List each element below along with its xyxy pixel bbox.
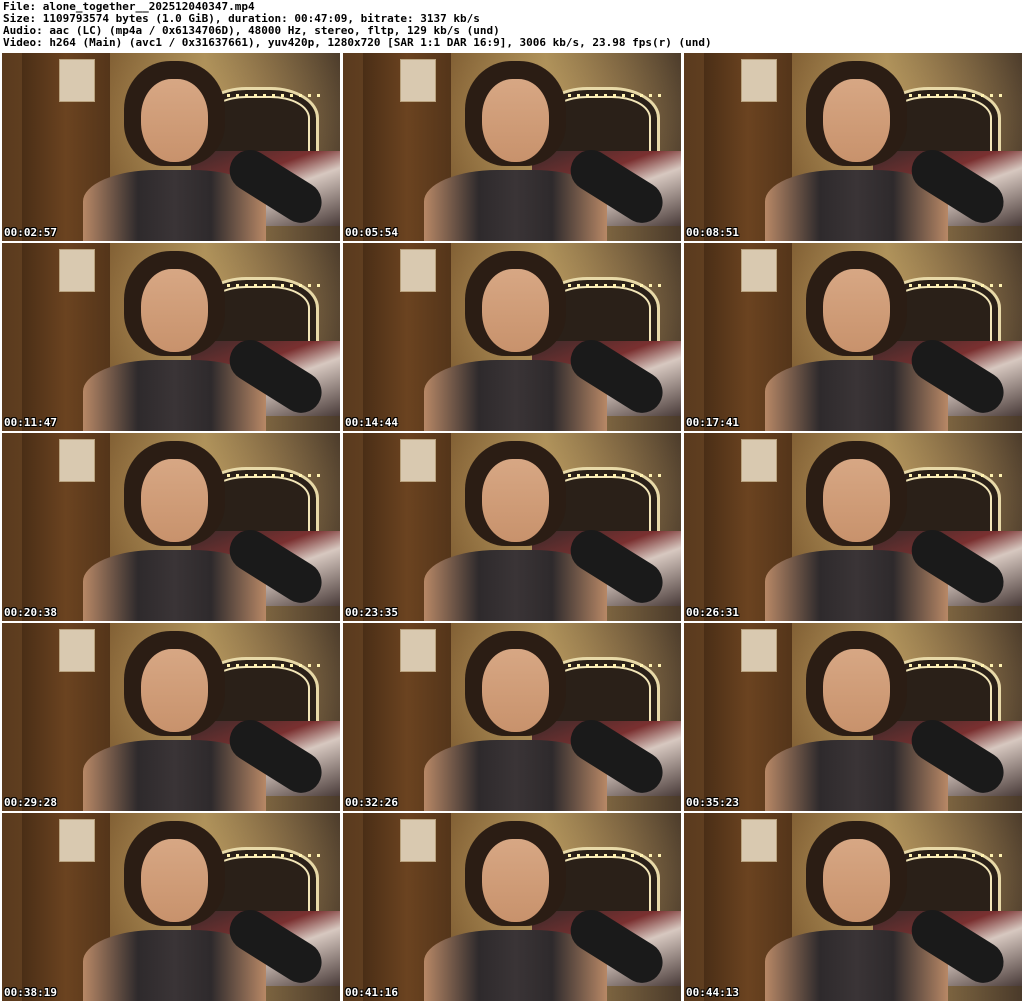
person-face (822, 79, 891, 163)
video-frame-thumbnail: 00:32:26 (343, 623, 681, 811)
frame-timestamp: 00:44:13 (686, 986, 739, 999)
frame-timestamp: 00:05:54 (345, 226, 398, 239)
person-face (481, 459, 550, 543)
frame-timestamp: 00:38:19 (4, 986, 57, 999)
person-face (822, 269, 891, 353)
video-line: Video: h264 (Main) (avc1 / 0x31637661), … (3, 36, 712, 49)
wall-poster (741, 248, 778, 292)
wall-poster (59, 248, 96, 292)
frame-timestamp: 00:23:35 (345, 606, 398, 619)
frame-timestamp: 00:20:38 (4, 606, 57, 619)
video-frame-thumbnail: 00:41:16 (343, 813, 681, 1001)
wall-poster (59, 58, 96, 102)
video-frame-thumbnail: 00:38:19 (2, 813, 340, 1001)
person-face (481, 79, 550, 163)
wall-poster (59, 818, 96, 862)
frame-timestamp: 00:29:28 (4, 796, 57, 809)
frame-timestamp: 00:17:41 (686, 416, 739, 429)
video-frame-thumbnail: 00:35:23 (684, 623, 1022, 811)
frame-timestamp: 00:41:16 (345, 986, 398, 999)
wall-poster (400, 628, 437, 672)
wall-poster (59, 438, 96, 482)
person-face (481, 269, 550, 353)
video-frame-thumbnail: 00:14:44 (343, 243, 681, 431)
video-frame-thumbnail: 00:26:31 (684, 433, 1022, 621)
frame-timestamp: 00:26:31 (686, 606, 739, 619)
wall-poster (741, 438, 778, 482)
video-frame-thumbnail: 00:29:28 (2, 623, 340, 811)
video-frame-thumbnail: 00:08:51 (684, 53, 1022, 241)
video-frame-thumbnail: 00:11:47 (2, 243, 340, 431)
video-frame-thumbnail: 00:44:13 (684, 813, 1022, 1001)
thumbnail-grid: 00:02:57 00:05:54 00:08:51 00:11:47 00:14:44… (2, 53, 1022, 1001)
wall-poster (400, 818, 437, 862)
frame-timestamp: 00:35:23 (686, 796, 739, 809)
frame-timestamp: 00:02:57 (4, 226, 57, 239)
frame-timestamp: 00:14:44 (345, 416, 398, 429)
person-face (822, 839, 891, 923)
video-frame-thumbnail: 00:02:57 (2, 53, 340, 241)
wall-poster (400, 58, 437, 102)
person-face (822, 459, 891, 543)
frame-timestamp: 00:08:51 (686, 226, 739, 239)
wall-poster (400, 438, 437, 482)
person-face (140, 269, 209, 353)
file-info-header: File: alone_together__202512040347.mp4 S… (3, 1, 1021, 53)
wall-poster (59, 628, 96, 672)
person-face (140, 459, 209, 543)
wall-poster (741, 58, 778, 102)
person-face (481, 839, 550, 923)
person-face (140, 649, 209, 733)
wall-poster (400, 248, 437, 292)
video-frame-thumbnail: 00:23:35 (343, 433, 681, 621)
person-face (481, 649, 550, 733)
person-face (822, 649, 891, 733)
frame-timestamp: 00:32:26 (345, 796, 398, 809)
person-face (140, 79, 209, 163)
video-frame-thumbnail: 00:05:54 (343, 53, 681, 241)
video-frame-thumbnail: 00:20:38 (2, 433, 340, 621)
wall-poster (741, 818, 778, 862)
video-frame-thumbnail: 00:17:41 (684, 243, 1022, 431)
wall-poster (741, 628, 778, 672)
person-face (140, 839, 209, 923)
frame-timestamp: 00:11:47 (4, 416, 57, 429)
